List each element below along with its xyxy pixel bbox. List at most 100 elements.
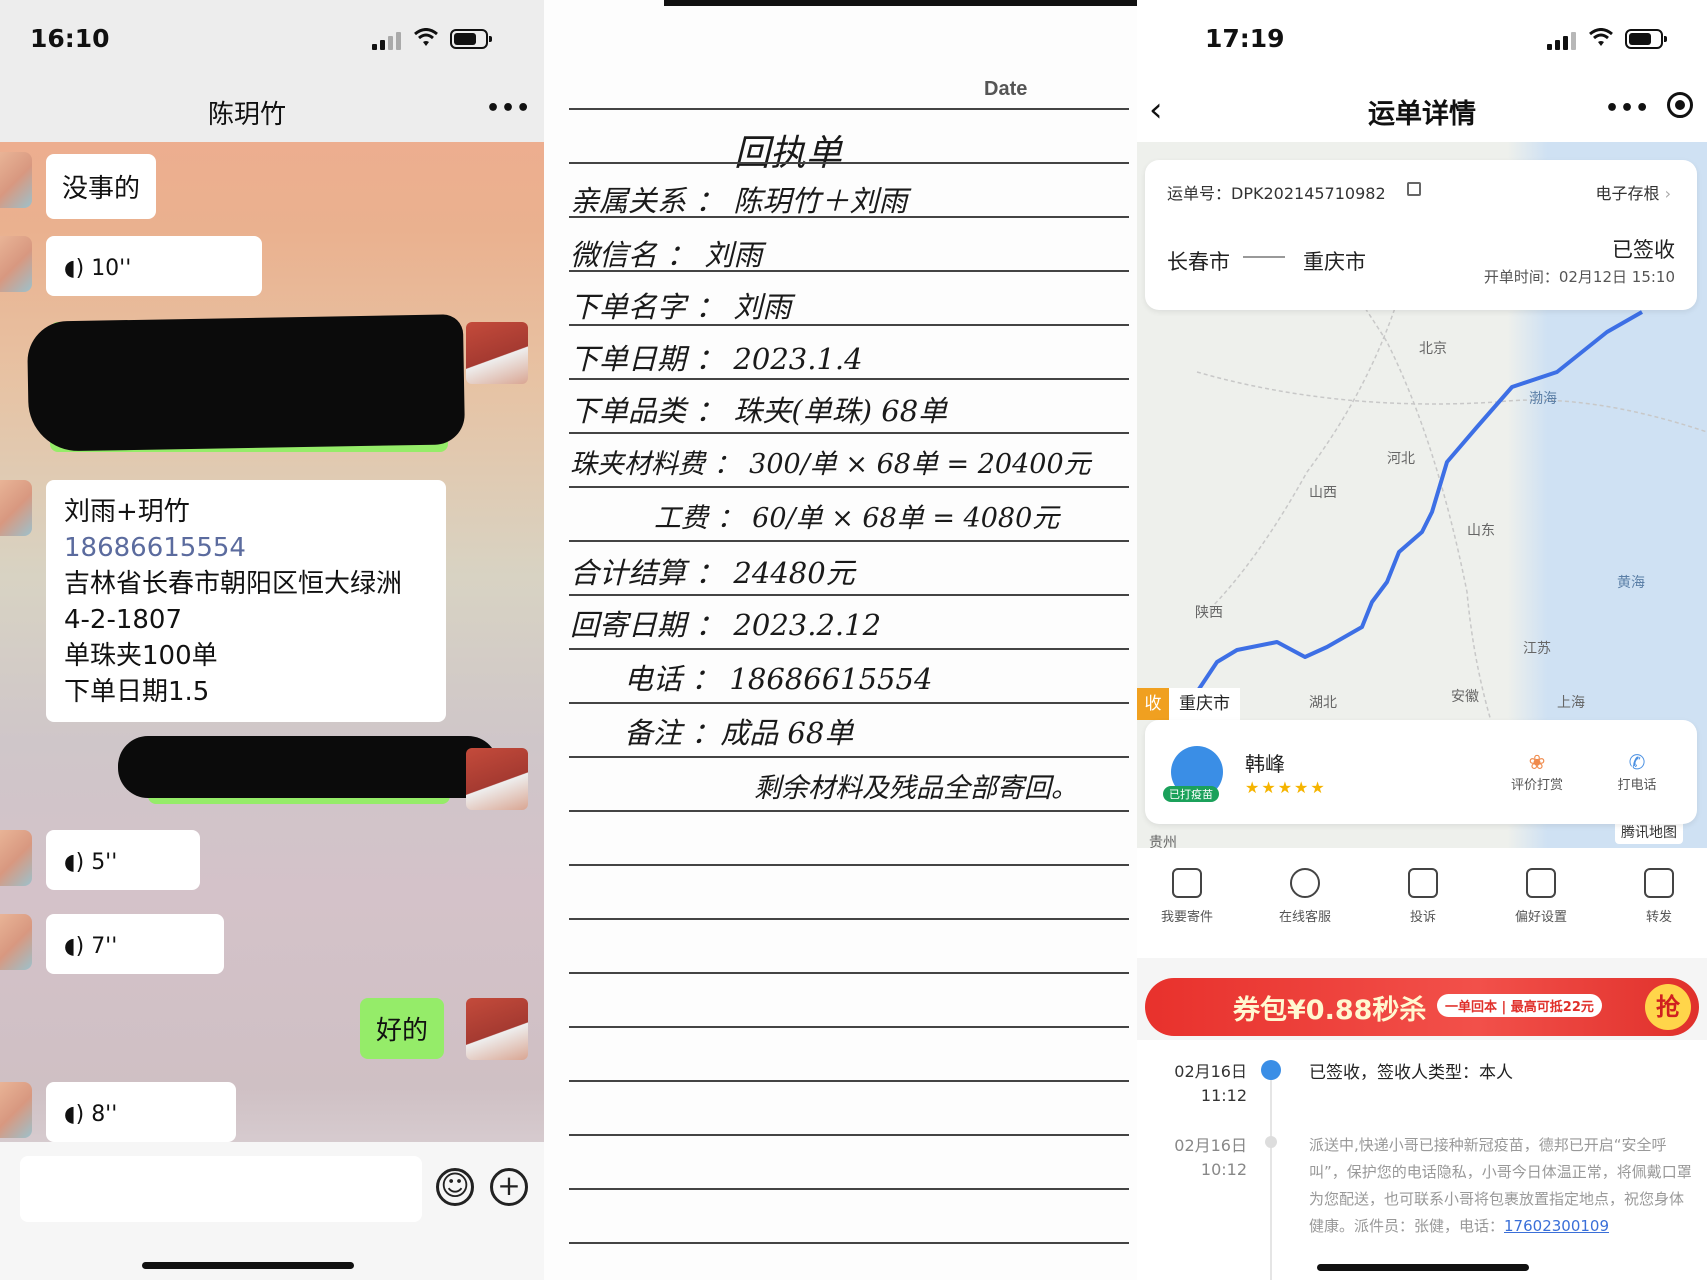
waybill-header: ‹ 运单详情 •••: [1137, 80, 1707, 142]
open-time: 开单时间：02月12日 15:10: [1483, 268, 1675, 286]
message-input[interactable]: [20, 1156, 422, 1222]
contact-avatar[interactable]: [0, 1082, 32, 1138]
contact-avatar[interactable]: [0, 152, 32, 208]
courier-phone-link[interactable]: 17602300109: [1504, 1217, 1609, 1235]
notebook-rule: [569, 918, 1129, 920]
note-line: 下单品类 ： 珠夹(单珠) 68单: [570, 394, 948, 428]
waybill-panel: 17:19 ‹ 运单详情 ••• 北京 渤海 河北 山西 山东 黄海 陕西 江苏…: [1137, 0, 1707, 1280]
map-label: 黄海: [1617, 575, 1645, 591]
notebook-rule: [569, 864, 1129, 866]
share-button[interactable]: 转发: [1609, 868, 1707, 925]
address-phone[interactable]: 18686615554: [64, 530, 428, 566]
note-line: 下单日期 ： 2023.1.4: [570, 342, 863, 376]
notebook-rule: [569, 540, 1129, 542]
online-service-button[interactable]: 在线客服: [1255, 868, 1355, 925]
voice-message[interactable]: ◖) 7'': [46, 914, 224, 974]
order-card: 运单号：DPK202145710982 电子存根 › 长春市 重庆市 已签收 开…: [1145, 160, 1697, 310]
coupon-banner[interactable]: 券包¥0.88秒杀 一单回本 | 最高可抵22元 抢: [1145, 978, 1699, 1036]
battery-icon: [1625, 29, 1667, 49]
contact-avatar[interactable]: [0, 830, 32, 886]
my-avatar[interactable]: [466, 748, 528, 810]
notebook-rule: [569, 648, 1129, 650]
note-line: 电话 ： 18686615554: [624, 662, 933, 696]
address-unit: 4-2-1807: [64, 605, 183, 635]
map-label: 陕西: [1195, 605, 1223, 621]
more-icon[interactable]: •••: [1605, 96, 1650, 121]
banner-main: 券包¥0.88秒杀: [1233, 995, 1427, 1026]
send-parcel-button[interactable]: 我要寄件: [1137, 868, 1237, 925]
status-bar: 16:10: [0, 0, 544, 80]
voice-duration: 8'': [91, 1102, 118, 1127]
notebook-rule: [569, 432, 1129, 434]
map-label: 山西: [1309, 485, 1337, 501]
chat-title: 陈玥竹: [207, 100, 286, 130]
more-icon[interactable]: •••: [486, 96, 531, 121]
order-date: 下单日期1.5: [64, 677, 210, 707]
voice-message[interactable]: ◖) 8'': [46, 1082, 236, 1142]
notebook-rule: [569, 162, 1129, 164]
timeline-line: [1270, 1068, 1272, 1280]
headset-icon: [1290, 868, 1320, 898]
map-label: 河北: [1387, 451, 1415, 467]
notebook-rule: [569, 1080, 1129, 1082]
event-time: 10:12: [1200, 1160, 1247, 1179]
note-line: 剩余材料及残品全部寄回。: [754, 773, 1078, 804]
notebook-rule: [569, 486, 1129, 488]
complaint-button[interactable]: 投诉: [1373, 868, 1473, 925]
rating-stars: ★★★★★: [1245, 778, 1327, 797]
address-message[interactable]: 刘雨+玥竹 18686615554 吉林省长春市朝阳区恒大绿洲 4-2-1807…: [46, 480, 446, 722]
grab-button[interactable]: 抢: [1645, 984, 1691, 1030]
dest-city: 重庆市: [1303, 250, 1366, 274]
contact-avatar[interactable]: [0, 236, 32, 292]
order-number[interactable]: DPK202145710982: [1231, 184, 1386, 203]
voice-icon: ◖): [64, 850, 85, 875]
input-bar: ☺ +: [0, 1142, 544, 1280]
voice-duration: 10'': [91, 256, 132, 281]
event-text: 已签收，签收人类型：本人: [1309, 1063, 1513, 1083]
receive-city: 重庆市: [1169, 688, 1240, 720]
voice-message[interactable]: ◖) 5'': [46, 830, 200, 890]
note-line: 回寄日期 ： 2023.2.12: [570, 608, 882, 642]
rate-button[interactable]: ❀ 评价打赏: [1507, 750, 1567, 793]
paper-plane-icon: [1172, 868, 1202, 898]
notebook-rule: [569, 702, 1129, 704]
contact-avatar[interactable]: [0, 480, 32, 536]
contact-avatar[interactable]: [0, 914, 32, 970]
alert-icon: [1408, 868, 1438, 898]
voice-message[interactable]: ◖) 10'': [46, 236, 262, 296]
wifi-icon: [414, 28, 438, 46]
rate-icon: ❀: [1528, 750, 1546, 774]
photo-edge: [664, 0, 1137, 6]
map-label: 北京: [1419, 341, 1447, 357]
action-bar: 我要寄件 在线客服 投诉 偏好设置 转发: [1137, 848, 1707, 958]
plus-icon[interactable]: +: [490, 1168, 528, 1206]
message-bubble[interactable]: 好的: [360, 998, 445, 1059]
address-name: 刘雨+玥竹: [64, 497, 190, 527]
notebook-rule: [569, 1134, 1129, 1136]
route-arrow: [1243, 256, 1285, 258]
vaccine-badge: 已打疫苗: [1163, 786, 1219, 802]
status-bar: 17:19: [1137, 0, 1707, 80]
note-line: 备注 ：成品 68单: [624, 716, 854, 750]
copy-icon[interactable]: [1407, 182, 1421, 196]
battery-icon: [450, 29, 492, 49]
notebook-rule: [569, 1242, 1129, 1244]
tracking-timeline: 02月16日 11:12 已签收，签收人类型：本人 02月16日 10:12 派…: [1137, 1040, 1707, 1280]
clock: 16:10: [30, 24, 110, 53]
my-avatar[interactable]: [466, 998, 528, 1060]
preferences-button[interactable]: 偏好设置: [1491, 868, 1591, 925]
voice-icon: ◖): [64, 934, 85, 959]
signal-icon: [372, 30, 402, 50]
event-date: 02月16日: [1174, 1062, 1247, 1081]
e-stub-link[interactable]: 电子存根 ›: [1595, 180, 1671, 204]
emoji-icon[interactable]: ☺: [436, 1168, 474, 1206]
note-line: 工费 ： 60/单 × 68单 = 4080元: [654, 503, 1060, 534]
my-avatar[interactable]: [466, 322, 528, 384]
call-button[interactable]: ✆ 打电话: [1607, 750, 1667, 793]
chat-header: 陈玥竹 •••: [0, 80, 544, 142]
map-label: 安徽: [1451, 689, 1479, 705]
address-line: 吉林省长春市朝阳区恒大绿洲: [64, 569, 403, 599]
notebook-rule: [569, 594, 1129, 596]
close-miniapp-icon[interactable]: [1667, 92, 1693, 118]
message-bubble[interactable]: 没事的: [46, 154, 157, 219]
